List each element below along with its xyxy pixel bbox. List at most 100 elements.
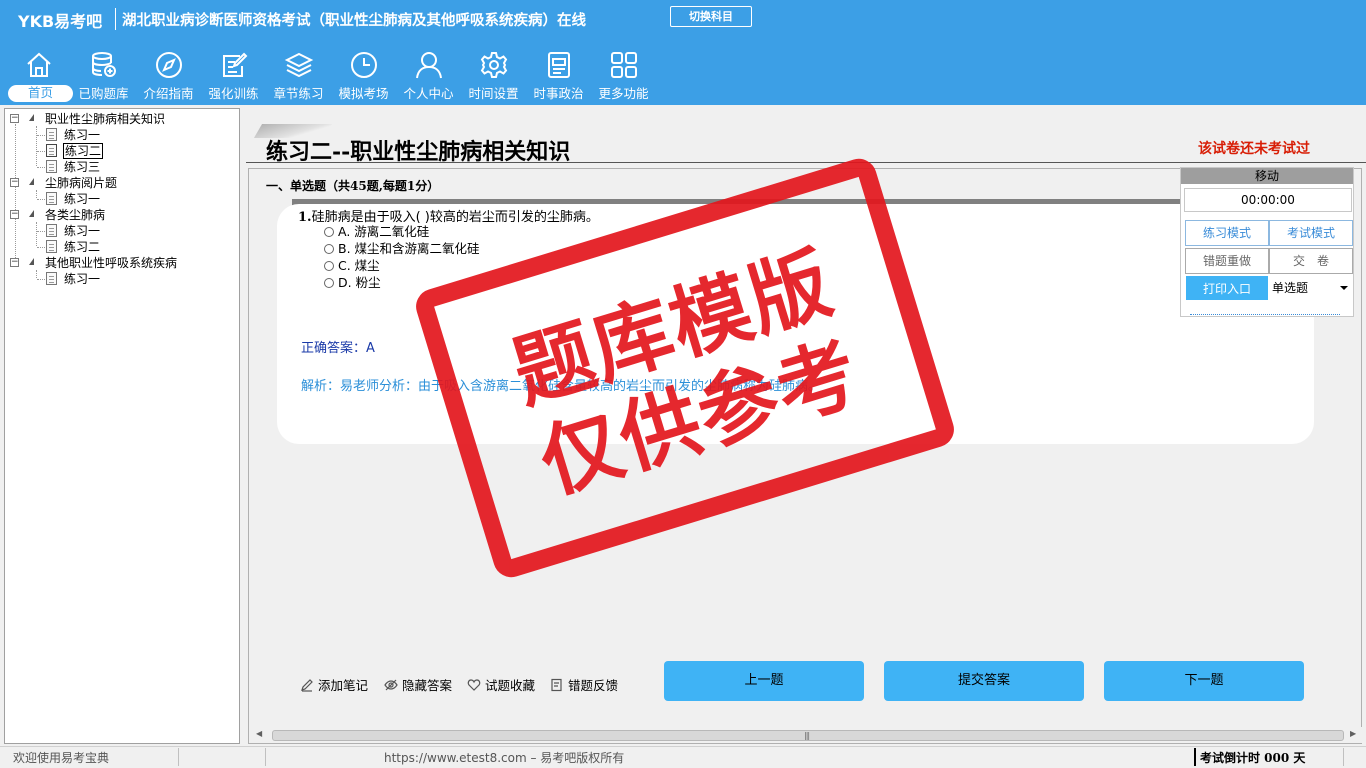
scroll-left-icon[interactable]: ◀ — [256, 729, 262, 738]
radio-button[interactable] — [324, 244, 334, 254]
app-title: 湖北职业病诊断医师资格考试（职业性尘肺病及其他呼吸系统疾病）在线 — [122, 12, 586, 29]
tree-item[interactable]: 练习一 — [64, 223, 100, 239]
grid-icon — [611, 52, 637, 78]
previous-question-button[interactable]: 上一题 — [664, 661, 864, 701]
document-icon — [46, 224, 57, 237]
favorite-tool[interactable]: 试题收藏 — [467, 675, 535, 694]
submit-paper-button[interactable]: 交 卷 — [1269, 248, 1353, 274]
tree-item[interactable]: 练习一 — [64, 127, 100, 143]
tree-group-4[interactable]: 其他职业性呼吸系统疾病 — [45, 255, 177, 271]
print-button[interactable]: 打印入口 — [1186, 276, 1268, 300]
exam-status-text: 该试卷还未考试过 — [1198, 141, 1310, 157]
exam-timer: 00:00:00 — [1184, 188, 1352, 212]
tree-guide — [37, 279, 45, 280]
option-a[interactable]: A. 游离二氧化硅 — [324, 224, 429, 240]
exam-countdown: 考试倒计时 000 天 — [1200, 751, 1306, 765]
tree-guide — [37, 231, 45, 232]
nav-label: 已购题库 — [78, 86, 129, 101]
option-label: B. 煤尘和含游离二氧化硅 — [338, 241, 480, 256]
panel-move-handle[interactable]: 移动 — [1181, 168, 1353, 184]
submit-answer-button[interactable]: 提交答案 — [884, 661, 1084, 701]
nav-label: 首页 — [8, 85, 73, 102]
tree-group-1[interactable]: 职业性尘肺病相关知识 — [45, 111, 165, 127]
welcome-text: 欢迎使用易考宝典 — [13, 751, 110, 765]
tree-guide — [36, 190, 37, 198]
tree-group-2[interactable]: 尘肺病阅片题 — [45, 175, 117, 191]
eye-off-icon — [384, 679, 398, 691]
document-edit-icon — [46, 144, 57, 157]
option-label: A. 游离二氧化硅 — [338, 224, 430, 239]
tree-group-3[interactable]: 各类尘肺病 — [45, 207, 105, 223]
option-label: D. 粉尘 — [338, 275, 381, 290]
nav-personal-center[interactable]: 个人中心 — [396, 48, 461, 104]
switch-subject-button[interactable]: 切换科目 — [670, 6, 752, 27]
hide-answer-tool[interactable]: 隐藏答案 — [384, 675, 452, 694]
question-stem: 1.硅肺病是由于吸入( )较高的岩尘而引发的尘肺病。 — [298, 206, 599, 225]
feedback-tool[interactable]: 错题反馈 — [550, 675, 618, 694]
question-number: 1. — [298, 210, 312, 225]
document-icon — [46, 128, 57, 141]
tree-item[interactable]: 练习二 — [64, 239, 100, 255]
radio-button[interactable] — [324, 261, 334, 271]
document-icon — [46, 192, 57, 205]
edit-icon — [223, 52, 248, 77]
option-d[interactable]: D. 粉尘 — [324, 275, 381, 291]
radio-button[interactable] — [324, 278, 334, 288]
tree-expanded-icon — [29, 114, 34, 121]
scrollbar-grip-icon: ||| — [804, 731, 810, 740]
status-separator — [178, 748, 179, 766]
tree-guide — [37, 167, 45, 168]
tree-collapse-toggle[interactable]: − — [10, 178, 19, 187]
scroll-right-icon[interactable]: ▶ — [1350, 729, 1356, 738]
answer-label: 正确答案： — [301, 341, 367, 356]
section-heading: 一、单选题（共45题,每题1分） — [266, 179, 440, 193]
nav-label: 介绍指南 — [143, 86, 194, 101]
nav-more[interactable]: 更多功能 — [591, 48, 656, 104]
tree-guide — [36, 126, 37, 166]
exam-mode-button[interactable]: 考试模式 — [1269, 220, 1353, 246]
tree-item-selected[interactable]: 练习二 — [62, 143, 104, 159]
user-icon — [416, 52, 442, 79]
nav-intensive-training[interactable]: 强化训练 — [201, 48, 266, 104]
option-c[interactable]: C. 煤尘 — [324, 258, 380, 274]
heart-icon — [467, 679, 481, 691]
nav-home[interactable]: 首页 — [6, 48, 73, 104]
tree-collapse-toggle[interactable]: − — [10, 114, 19, 123]
radio-button[interactable] — [324, 227, 334, 237]
tree-item[interactable]: 练习一 — [64, 271, 100, 287]
nav-guide[interactable]: 介绍指南 — [136, 48, 201, 104]
tree-collapse-toggle[interactable]: − — [10, 210, 19, 219]
tree-guide — [37, 247, 45, 248]
main-nav: 首页 已购题库 介绍指南 强化训练 章节练习 模拟考场 个人中心 时间设置 时事… — [6, 48, 656, 104]
nav-purchased-banks[interactable]: 已购题库 — [71, 48, 136, 104]
copyright-text: https://www.etest8.com – 易考吧版权所有 — [384, 751, 625, 765]
tree-guide — [37, 199, 45, 200]
tree-item[interactable]: 练习三 — [64, 159, 100, 175]
next-question-button[interactable]: 下一题 — [1104, 661, 1304, 701]
question-type-select[interactable]: 单选题 — [1270, 276, 1352, 300]
nav-chapter-practice[interactable]: 章节练习 — [266, 48, 331, 104]
tool-label: 错题反馈 — [568, 678, 619, 693]
nav-time-settings[interactable]: 时间设置 — [461, 48, 526, 104]
tree-guide — [36, 222, 37, 246]
tree-expanded-icon — [29, 210, 34, 217]
practice-mode-button[interactable]: 练习模式 — [1185, 220, 1269, 246]
status-separator — [265, 748, 266, 766]
tree-collapse-toggle[interactable]: − — [10, 258, 19, 267]
tree-guide — [37, 151, 45, 152]
add-note-tool[interactable]: 添加笔记 — [300, 675, 368, 694]
tree-item[interactable]: 练习一 — [64, 191, 100, 207]
layers-icon — [284, 52, 314, 78]
tool-label: 添加笔记 — [318, 678, 369, 693]
nav-label: 更多功能 — [598, 86, 649, 101]
tool-label: 试题收藏 — [485, 678, 536, 693]
tree-guide — [36, 270, 37, 278]
title-divider — [246, 162, 1366, 163]
option-label: C. 煤尘 — [338, 258, 380, 273]
nav-mock-exam[interactable]: 模拟考场 — [331, 48, 396, 104]
nav-current-affairs[interactable]: 时事政治 — [526, 48, 591, 104]
redo-wrong-button[interactable]: 错题重做 — [1185, 248, 1269, 274]
nav-label: 模拟考场 — [338, 86, 389, 101]
news-icon — [548, 52, 570, 78]
option-b[interactable]: B. 煤尘和含游离二氧化硅 — [324, 241, 480, 257]
